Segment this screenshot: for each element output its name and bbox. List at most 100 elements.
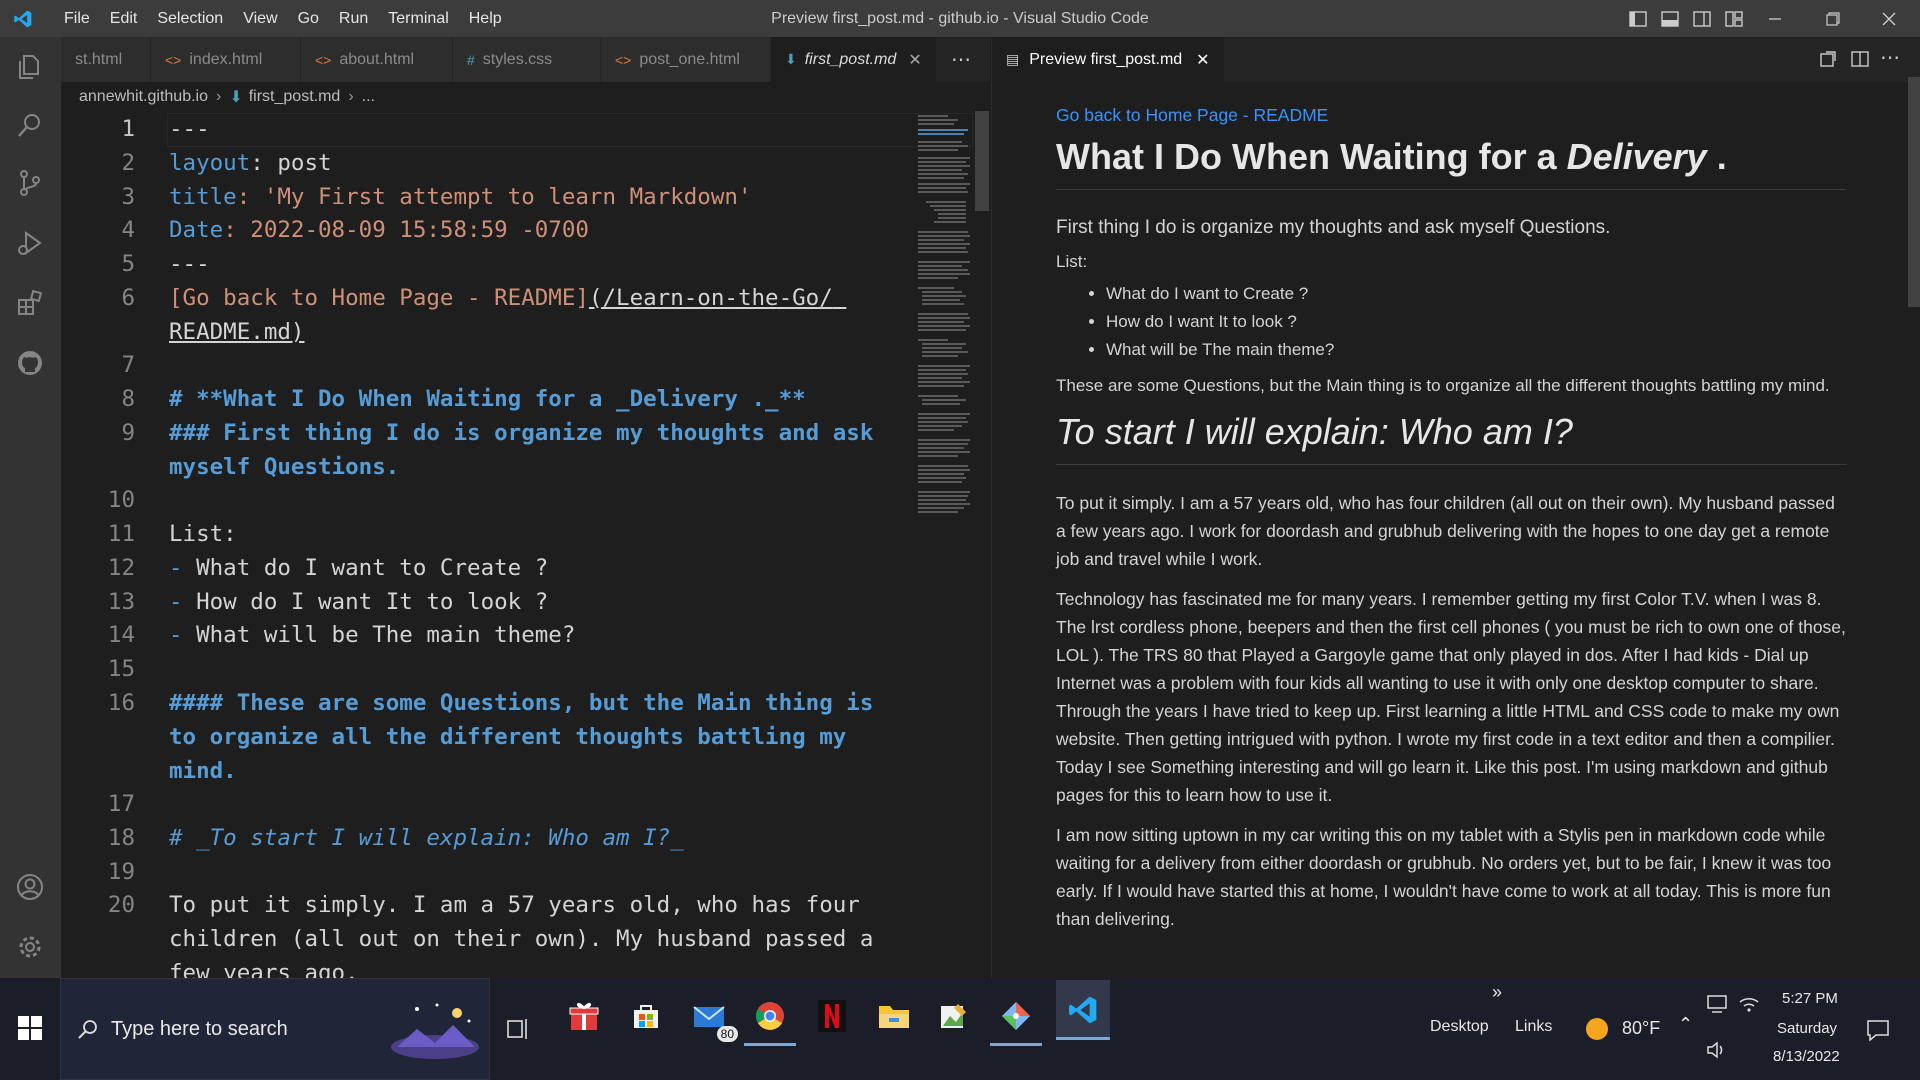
paragraph: To put it simply. I am a 57 years old, w… [1056, 493, 1835, 569]
menu-file[interactable]: File [54, 10, 100, 28]
split-editor-icon[interactable] [1850, 49, 1870, 73]
html-icon: <> [165, 51, 182, 68]
minimap[interactable] [916, 111, 974, 541]
line-number: 19 [107, 859, 135, 885]
links-toolbar[interactable]: Links [1515, 1018, 1552, 1036]
open-source-icon[interactable] [1818, 49, 1838, 73]
minimize-icon[interactable] [1752, 0, 1798, 37]
code-line: --- [169, 116, 210, 142]
code-line: title: 'My First attempt to learn Markdo… [169, 181, 909, 215]
tab-about-html[interactable]: <> about.html [301, 37, 453, 82]
chrome-icon[interactable] [744, 992, 796, 1046]
toggle-secondary-sidebar-icon[interactable] [1688, 0, 1716, 37]
preview-scrollbar[interactable] [1908, 77, 1920, 307]
tab-st-html[interactable]: st.html [61, 37, 151, 82]
source-control-icon[interactable] [12, 165, 48, 201]
home-readme-link[interactable]: Go back to Home Page - README [1056, 105, 1328, 125]
list-item: What do I want to Create ? [1106, 280, 1846, 308]
search-icon[interactable] [12, 107, 48, 143]
menu-terminal[interactable]: Terminal [378, 10, 458, 28]
active-indicator [744, 1043, 796, 1046]
breadcrumb-folder[interactable]: annewhit.github.io [79, 88, 208, 106]
volume-icon[interactable] [1706, 1040, 1728, 1064]
menu-edit[interactable]: Edit [100, 10, 148, 28]
desktop-toolbar[interactable]: Desktop [1430, 1018, 1489, 1036]
tab-label: first_post.md [804, 50, 897, 68]
restore-icon[interactable] [1810, 0, 1856, 37]
github-icon[interactable] [12, 345, 48, 381]
line-number: 18 [107, 825, 135, 851]
html-icon: <> [615, 51, 632, 68]
tab-label: Preview first_post.md [1029, 50, 1183, 68]
tab-first-post-md[interactable]: ⬇ first_post.md ✕ [771, 37, 937, 82]
clock-time[interactable]: 5:27 PM [1782, 990, 1838, 1007]
preview-content: Go back to Home Page - README What I Do … [1056, 101, 1846, 945]
toggle-panel-icon[interactable] [1656, 0, 1684, 37]
list-item: How do I want It to look ? [1106, 308, 1846, 336]
yaml-key: title [169, 184, 237, 210]
editor-scrollbar[interactable] [975, 111, 989, 211]
menu-help[interactable]: Help [459, 10, 512, 28]
menu-go[interactable]: Go [288, 10, 329, 28]
md-link-text: [Go back to Home Page - README] [169, 285, 589, 311]
device-icon[interactable] [1706, 994, 1728, 1018]
list-text: What do I want to Create ? [196, 555, 549, 581]
extensions-icon[interactable] [12, 285, 48, 321]
microsoft-store-icon[interactable] [622, 992, 670, 1040]
accounts-icon[interactable] [12, 869, 48, 905]
css-icon: # [467, 51, 475, 68]
git-app-icon[interactable] [990, 992, 1042, 1046]
tab-label: styles.css [482, 50, 553, 68]
settings-gear-icon[interactable] [12, 929, 48, 965]
toolbar-expand-chevron[interactable]: » [1492, 982, 1502, 1003]
more-actions-icon[interactable]: ⋯ [937, 37, 987, 82]
list-bullet: - [169, 589, 197, 615]
yaml-key: Date [169, 217, 224, 243]
notifications-icon[interactable] [1866, 1018, 1890, 1046]
explorer-icon[interactable] [12, 49, 48, 85]
weather-sun-icon[interactable] [1586, 1018, 1608, 1040]
code-line: ### First thing I do is organize my thou… [169, 420, 887, 480]
vscode-taskbar-icon[interactable] [1056, 980, 1110, 1040]
task-view-icon[interactable] [507, 1018, 531, 1044]
tab-post-one-html[interactable]: <> post_one.html [601, 37, 771, 82]
list-bullet: - [169, 622, 197, 648]
tab-close-icon[interactable]: ✕ [1196, 50, 1209, 70]
list-label: List: [1056, 252, 1088, 271]
code-line: List: [169, 521, 237, 547]
heading-text: What I Do When Waiting for a [1056, 136, 1567, 177]
tab-close-icon[interactable]: ✕ [908, 50, 921, 70]
menu-view[interactable]: View [233, 10, 287, 28]
netflix-icon[interactable] [808, 992, 856, 1040]
tab-index-html[interactable]: <> index.html [151, 37, 301, 82]
weather-temperature[interactable]: 80°F [1622, 1018, 1660, 1039]
clock-day[interactable]: Saturday [1777, 1020, 1837, 1037]
toggle-primary-sidebar-icon[interactable] [1624, 0, 1652, 37]
gift-app-icon[interactable] [560, 992, 608, 1040]
tab-label: post_one.html [639, 50, 740, 68]
code-line: To put it simply. I am a 57 years old, w… [169, 892, 887, 978]
wifi-icon[interactable] [1738, 994, 1760, 1018]
list-bullet: - [169, 555, 197, 581]
tab-preview-first-post[interactable]: ▤ Preview first_post.md ✕ [992, 37, 1224, 82]
mail-icon[interactable]: 80 [686, 992, 738, 1042]
clock-date[interactable]: 8/13/2022 [1773, 1048, 1840, 1065]
menu-run[interactable]: Run [329, 10, 378, 28]
line-number: 8 [121, 386, 135, 412]
taskbar-search-box[interactable]: Type here to search [60, 978, 490, 1080]
breadcrumb-file[interactable]: first_post.md [249, 88, 341, 106]
windows-start-icon[interactable] [18, 1016, 42, 1044]
tab-styles-css[interactable]: # styles.css [453, 37, 601, 82]
preview-h4: These are some Questions, but the Main t… [1056, 376, 1830, 395]
customize-layout-icon[interactable] [1720, 0, 1748, 37]
paint-app-icon[interactable] [930, 992, 978, 1040]
chevron-right-icon: › [348, 88, 354, 105]
editor-tabs: st.html <> index.html <> about.html # style… [61, 37, 990, 82]
breadcrumb-symbol[interactable]: ... [362, 88, 375, 106]
close-icon[interactable] [1866, 0, 1912, 37]
file-explorer-icon[interactable] [870, 992, 918, 1040]
chevron-up-icon[interactable]: ⌃ [1678, 1014, 1693, 1035]
more-actions-icon[interactable]: ⋯ [1880, 45, 1900, 69]
run-debug-icon[interactable] [12, 225, 48, 261]
menu-selection[interactable]: Selection [147, 10, 233, 28]
